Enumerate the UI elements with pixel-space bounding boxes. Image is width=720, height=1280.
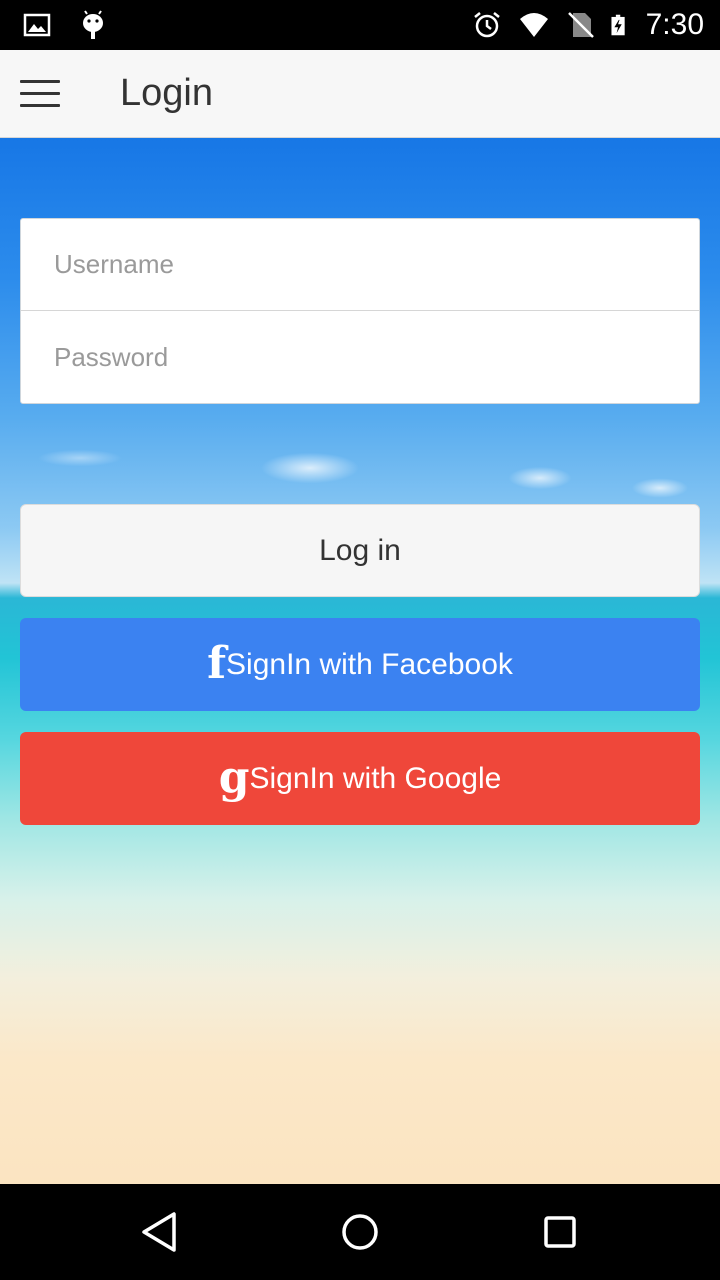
no-sim-icon xyxy=(567,12,594,38)
image-icon xyxy=(23,13,51,37)
app-bar: Login xyxy=(0,50,720,138)
username-field[interactable] xyxy=(21,219,699,311)
password-field[interactable] xyxy=(21,311,699,403)
alarm-icon xyxy=(473,12,500,38)
android-icon xyxy=(83,10,103,39)
navigation-bar xyxy=(0,1184,720,1280)
wifi-icon xyxy=(519,13,548,37)
facebook-icon: f xyxy=(207,637,227,689)
back-icon[interactable] xyxy=(138,1210,182,1254)
page-title: Login xyxy=(120,72,213,114)
login-button-label: Log in xyxy=(319,533,401,567)
hamburger-menu-icon[interactable] xyxy=(20,80,60,108)
home-icon[interactable] xyxy=(338,1210,382,1254)
facebook-signin-label: SignIn with Facebook xyxy=(226,647,513,681)
google-signin-label: SignIn with Google xyxy=(249,761,502,795)
login-form xyxy=(20,218,700,404)
battery-charging-icon xyxy=(611,14,625,36)
status-bar: 7:30 xyxy=(0,0,720,50)
clock-time: 7:30 xyxy=(645,8,704,41)
facebook-signin-button[interactable]: f SignIn with Facebook xyxy=(20,618,700,711)
google-signin-button[interactable]: g SignIn with Google xyxy=(20,732,700,825)
login-button[interactable]: Log in xyxy=(20,504,700,597)
google-icon: g xyxy=(218,751,250,803)
recent-apps-icon[interactable] xyxy=(538,1210,582,1254)
